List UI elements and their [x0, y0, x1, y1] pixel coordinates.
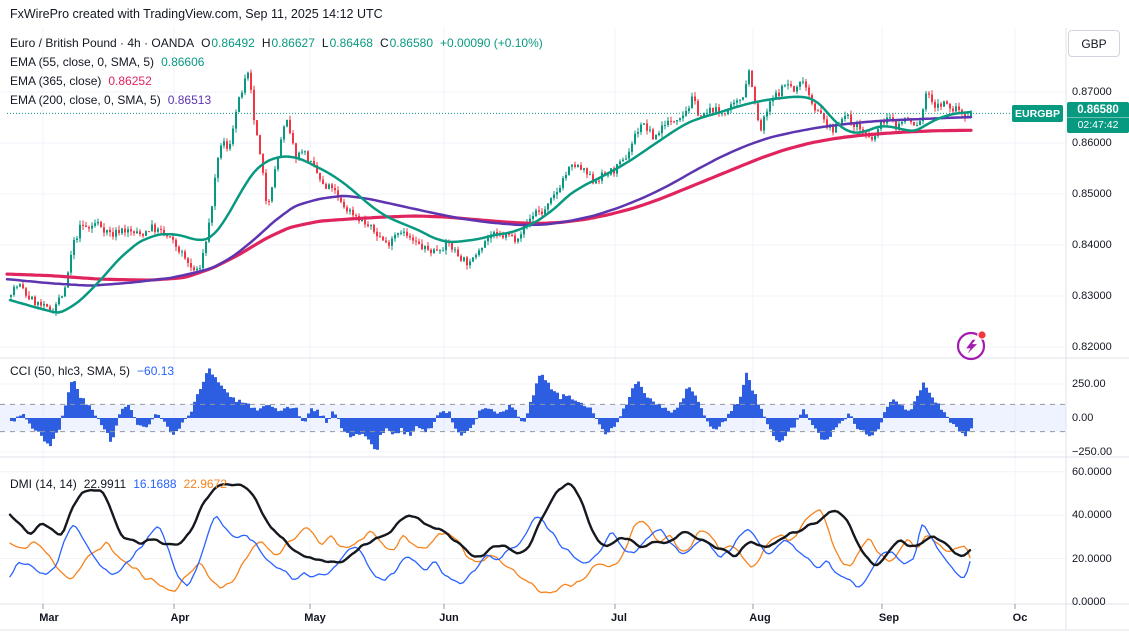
- close-value: C 0.86580: [379, 36, 434, 50]
- ema365-label: EMA (365, close): [10, 74, 102, 88]
- credit-line: FxWirePro created with TradingView.com, …: [10, 7, 383, 21]
- ema55-label: EMA (55, close, 0, SMA, 5): [10, 55, 155, 69]
- ema200-legend[interactable]: EMA (200, close, 0, SMA, 5) 0.86513: [10, 93, 211, 107]
- time-axis-label: Apr: [170, 612, 190, 624]
- dmi-plusdi-value: 16.1688: [133, 477, 177, 491]
- last-price-label: 0.86580 02:47:42: [1067, 102, 1129, 133]
- dmi-axis-label: 20.0000: [1072, 552, 1112, 565]
- bar-countdown: 02:47:42: [1067, 117, 1129, 133]
- price-axis-label: 0.85000: [1072, 188, 1112, 200]
- last-price-value: 0.86580: [1077, 104, 1119, 116]
- dmi-minusdi-value: 22.9672: [183, 477, 227, 491]
- cci-legend[interactable]: CCI (50, hlc3, SMA, 5) −60.13: [10, 364, 174, 378]
- price-axis-label: 0.87000: [1072, 86, 1112, 98]
- dmi-legend[interactable]: DMI (14, 14) 22.9911 16.1688 22.9672: [10, 477, 227, 491]
- dmi-axis-label: 60.0000: [1072, 465, 1112, 478]
- time-axis-label: May: [304, 612, 326, 624]
- ema365-legend[interactable]: EMA (365, close) 0.86252: [10, 74, 152, 88]
- dmi-axis-label: 40.0000: [1072, 509, 1112, 522]
- dmi-adx-value: 22.9911: [83, 477, 127, 491]
- high-value: H 0.86627: [261, 36, 315, 50]
- price-axis-label: 0.86000: [1072, 137, 1112, 149]
- dmi-axis-label: 0.0000: [1072, 596, 1106, 608]
- cci-axis-label: −250.00: [1072, 446, 1113, 458]
- flash-button[interactable]: [950, 325, 994, 369]
- time-axis[interactable]: [0, 604, 1066, 639]
- ema55-value: 0.86606: [161, 55, 205, 69]
- time-axis-label: Aug: [749, 612, 771, 624]
- lightning-icon: [966, 339, 977, 354]
- cci-axis-label: 0.00: [1072, 412, 1094, 424]
- dmi-label: DMI (14, 14): [10, 477, 77, 491]
- open-value: O 0.86492: [201, 36, 255, 50]
- symbol-price-tag: EURGBP: [1012, 105, 1063, 122]
- symbol-title: Euro / British Pound · 4h · OANDA: [10, 36, 195, 50]
- ema55-legend[interactable]: EMA (55, close, 0, SMA, 5) 0.86606: [10, 55, 204, 69]
- time-axis-label: Jul: [611, 612, 627, 624]
- price-axis-label: 0.82000: [1072, 341, 1112, 353]
- time-axis-label: Oc: [1012, 612, 1028, 624]
- low-value: L 0.86468: [321, 36, 373, 50]
- symbol-legend[interactable]: Euro / British Pound · 4h · OANDA O 0.864…: [10, 36, 543, 50]
- ema365-value: 0.86252: [108, 74, 152, 88]
- cci-axis-label: 250.00: [1072, 378, 1106, 390]
- cci-label: CCI (50, hlc3, SMA, 5): [10, 364, 131, 378]
- notification-dot-icon: [977, 330, 987, 340]
- price-axis-label: 0.83000: [1072, 290, 1112, 302]
- ema200-value: 0.86513: [167, 93, 212, 107]
- time-axis-label: Sep: [878, 612, 900, 624]
- time-axis-label: Jun: [439, 612, 459, 624]
- cci-value: −60.13: [137, 364, 175, 378]
- time-axis-label: Mar: [39, 612, 59, 624]
- tradingview-chart-window: { "header": { "credit": "FxWirePro creat…: [0, 0, 1129, 639]
- price-axis-label: 0.84000: [1072, 239, 1112, 251]
- change-value: +0.00090 (+0.10%): [440, 36, 543, 50]
- ema200-label: EMA (200, close, 0, SMA, 5): [10, 93, 161, 107]
